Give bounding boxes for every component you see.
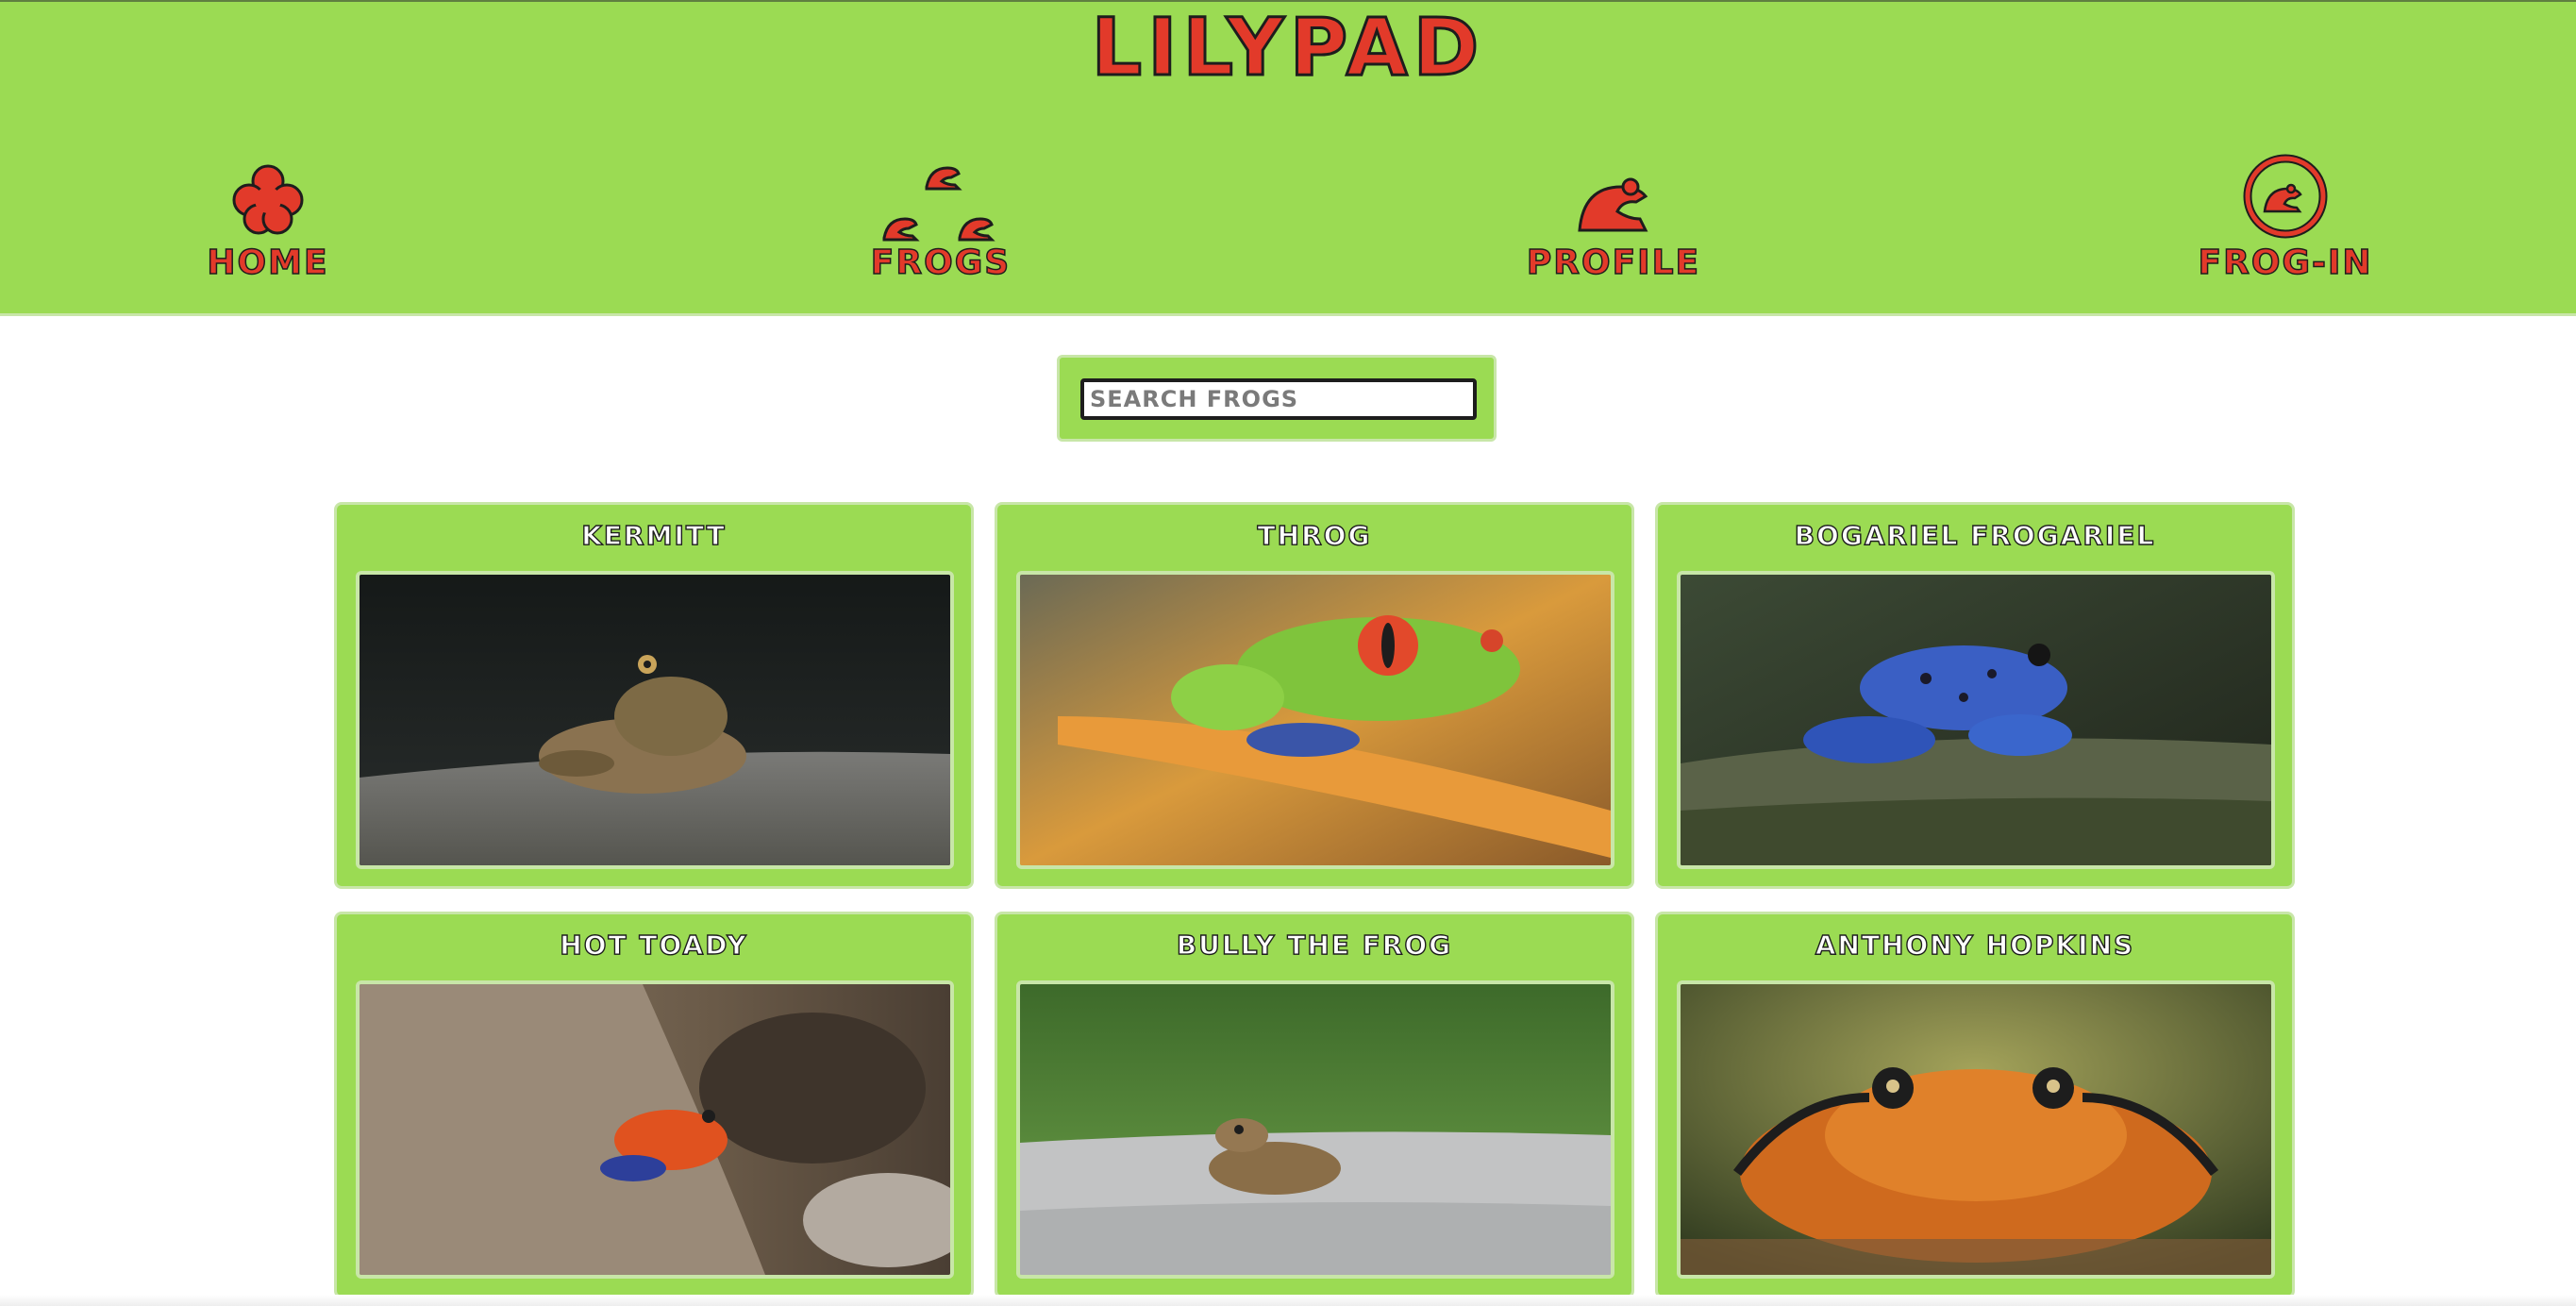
search-input[interactable] [1080,378,1477,420]
frog-photo [356,980,954,1279]
frog-photo [1677,980,2275,1279]
frog-card[interactable]: THROG [995,502,1634,889]
frog-card[interactable]: BOGARIEL FROGARIEL [1655,502,2295,889]
frog-photo [356,571,954,869]
page-bottom-edge [0,1295,2576,1306]
frog-photo [1016,571,1614,869]
nav-home[interactable]: HOME [126,153,410,294]
nav-profile[interactable]: PROFILE [1472,153,1755,294]
frog-card-name: THROG [1257,519,1372,551]
frog-card-name: BULLY THE FROG [1176,929,1453,961]
nav-frog-in-label: FROG-IN [2198,243,2373,283]
frog-circle-icon [2144,153,2427,247]
frog-icon [1472,153,1755,247]
frogs-icon [799,153,1082,247]
frog-card-name: ANTHONY HOPKINS [1815,929,2135,961]
nav-frogs-label: FROGS [870,243,1012,283]
frog-card-name: BOGARIEL FROGARIEL [1794,519,2156,551]
frog-card-name: HOT TOADY [560,929,748,961]
nav-frog-in[interactable]: FROG-IN [2144,153,2427,294]
frog-card[interactable]: BULLY THE FROG [995,912,1634,1298]
search-container [1057,355,1497,442]
frog-card-name: KERMITT [581,519,727,551]
nav-home-label: HOME [207,243,329,283]
frog-photo [1016,980,1614,1279]
site-title: LILYPAD [1090,1,1485,94]
clover-icon [126,153,410,247]
nav-frogs[interactable]: FROGS [799,153,1082,294]
frog-card[interactable]: ANTHONY HOPKINS [1655,912,2295,1298]
nav-profile-label: PROFILE [1526,243,1701,283]
frog-card[interactable]: HOT TOADY [334,912,974,1298]
frog-card[interactable]: KERMITT [334,502,974,889]
frog-photo [1677,571,2275,869]
site-header: LILYPAD HOME FROGS PROFILE FROG-IN [0,0,2576,316]
